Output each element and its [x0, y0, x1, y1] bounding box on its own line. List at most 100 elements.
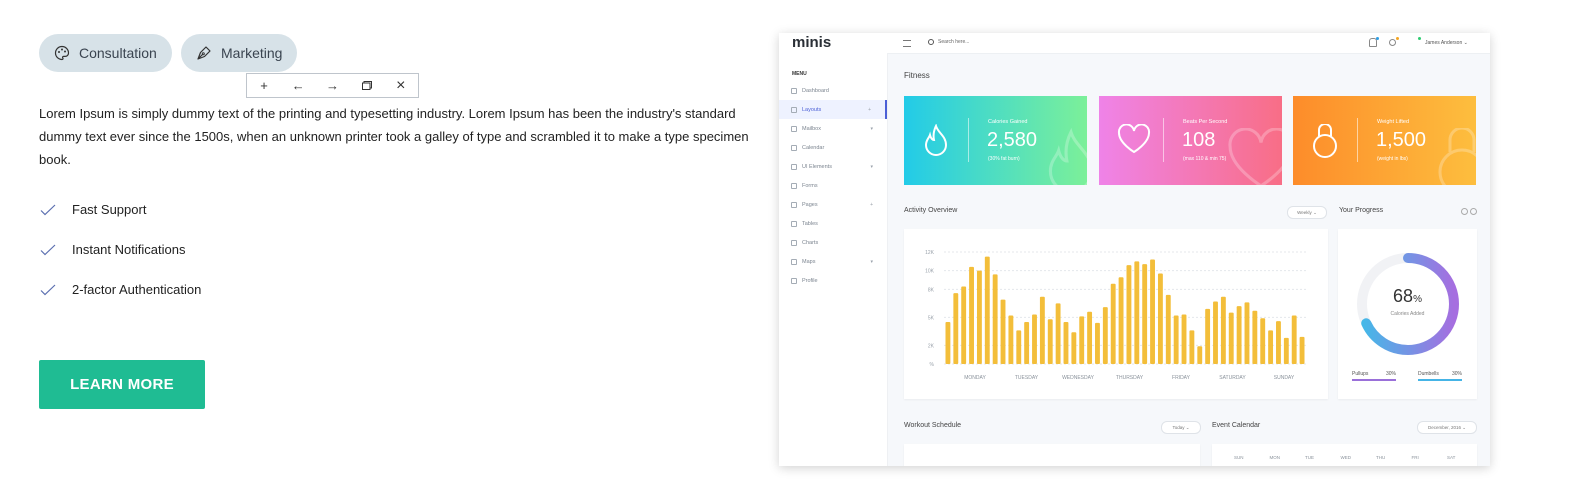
weekday-label: MON	[1269, 455, 1281, 460]
chart-bar	[1213, 301, 1218, 364]
x-tick-label: FRIDAY	[1172, 375, 1191, 381]
sidebar-item-forms[interactable]: Forms	[779, 176, 887, 195]
y-tick-label: 2K	[928, 343, 935, 349]
card-value: 2,580	[987, 129, 1038, 151]
chart-bar	[984, 256, 990, 364]
feature-item: 2-factor Authentication	[40, 282, 201, 297]
chart-bar	[945, 322, 951, 364]
sidebar-item-profile[interactable]: Profile	[779, 271, 887, 290]
online-dot	[1418, 37, 1421, 40]
chart-bar	[1252, 310, 1258, 364]
sidebar-item-label: Layouts	[802, 106, 822, 113]
search-box[interactable]: Search here...	[928, 39, 969, 45]
move-icon[interactable]: +	[252, 78, 276, 93]
learn-more-button[interactable]: LEARN MORE	[39, 360, 205, 409]
menu-icon	[791, 182, 797, 189]
sidebar-item-ui-elements[interactable]: UI Elements ▾	[779, 157, 887, 176]
arrow-left-icon[interactable]: ←	[286, 78, 310, 93]
flame-icon	[924, 124, 948, 156]
check-icon	[40, 244, 56, 255]
x-tick-label: SUNDAY	[1274, 375, 1295, 381]
sidebar-item-pages[interactable]: Pages +	[779, 195, 887, 214]
chart-bar	[1181, 314, 1187, 364]
chart-bar	[1205, 308, 1211, 364]
sidebar-item-label: Dashboard	[802, 87, 829, 94]
sidebar-item-maps[interactable]: Maps ▾	[779, 252, 887, 271]
chart-bar	[1008, 315, 1014, 364]
chart-bar	[1244, 302, 1250, 364]
chart-bar	[976, 270, 982, 364]
palette-icon	[54, 45, 70, 61]
hamburger-icon[interactable]	[903, 40, 911, 47]
tag-marketing[interactable]: Marketing	[181, 34, 297, 72]
chart-bar	[1260, 318, 1266, 364]
x-tick-label: MONDAY	[964, 375, 986, 381]
weekday-label: FRI	[1411, 455, 1419, 460]
arrow-right-icon[interactable]: →	[320, 78, 344, 93]
sidebar-item-label: Tables	[802, 220, 818, 227]
kettlebell-icon	[1313, 124, 1337, 158]
sidebar-item-tables[interactable]: Tables	[779, 214, 887, 233]
weekday-label: SAT	[1447, 455, 1456, 460]
calories-card: Calories Gained 2,580 (30% fat burn)	[904, 96, 1087, 185]
gear-icon[interactable]	[1389, 39, 1396, 46]
search-icon	[928, 39, 934, 45]
chart-bar	[1268, 330, 1274, 364]
card-sub: (30% fat burn)	[988, 156, 1020, 162]
chart-bar	[1276, 321, 1281, 364]
chart-bar	[1134, 261, 1140, 364]
sidebar-item-mailbox[interactable]: Mailbox ▾	[779, 119, 887, 138]
sidebar-item-calendar[interactable]: Calendar	[779, 138, 887, 157]
progress-caption: Calories Added	[1390, 311, 1425, 317]
chart-bar	[1142, 264, 1148, 364]
activity-bar-chart: % 2K 5K 8K 10K 12K MONDAY TUESDAY WEDNESDAY THURS…	[925, 250, 1306, 381]
sidebar-item-dashboard[interactable]: Dashboard	[779, 81, 887, 100]
chart-bar	[1102, 307, 1108, 364]
x-tick-label: SATURDAY	[1219, 375, 1246, 381]
dashboard-sidebar: MENU Dashboard Layouts + Mailbox ▾ Calendar UI…	[779, 53, 888, 466]
check-icon	[40, 204, 56, 215]
description-text: Lorem Ipsum is simply dummy text of the …	[39, 106, 749, 167]
chart-bar	[1047, 319, 1053, 364]
chart-bar	[1024, 322, 1030, 364]
activity-title: Activity Overview	[904, 207, 958, 214]
chart-bar	[992, 274, 998, 364]
workout-title: Workout Schedule	[904, 422, 962, 429]
card-label: Calories Gained	[988, 119, 1028, 125]
x-tick-label: THURSDAY	[1116, 375, 1144, 381]
chart-bar	[1087, 311, 1093, 364]
sidebar-item-layouts[interactable]: Layouts +	[779, 100, 887, 119]
sidebar-item-label: UI Elements	[802, 163, 832, 170]
user-menu[interactable]: James Anderson ⌄	[1425, 40, 1468, 46]
sidebar-item-charts[interactable]: Charts	[779, 233, 887, 252]
weekday-label: WED	[1340, 455, 1352, 460]
chevron-icon: ▾	[870, 163, 873, 170]
close-icon[interactable]: ×	[389, 77, 413, 95]
menu-heading: MENU	[792, 71, 807, 77]
feature-item: Fast Support	[40, 202, 146, 217]
card-label: Weight Lifted	[1377, 119, 1410, 125]
kettlebell-icon	[1438, 128, 1476, 185]
close-icon[interactable]	[1470, 208, 1477, 215]
flame-icon	[1048, 128, 1087, 185]
tag-consultation[interactable]: Consultation	[39, 34, 172, 72]
workout-filter-select[interactable]: Today ⌄	[1161, 421, 1201, 434]
x-tick-label: WEDNESDAY	[1062, 375, 1095, 381]
event-title: Event Calendar	[1212, 422, 1261, 429]
heart-icon	[1117, 124, 1151, 154]
sidebar-item-label: Calendar	[802, 144, 825, 151]
feature-label: Instant Notifications	[72, 242, 186, 257]
chart-bar	[1220, 296, 1226, 364]
progress-value: 68%	[1393, 286, 1422, 306]
heart-icon	[1228, 128, 1282, 185]
activity-filter-select[interactable]: Weekly ⌄	[1287, 206, 1327, 219]
heart-rate-card: Beats Per Second 108 (max 110 & min 75)	[1099, 96, 1282, 185]
sidebar-item-label: Maps	[802, 258, 816, 265]
sidebar-item-label: Charts	[802, 239, 819, 246]
search-input[interactable]: Search here...	[938, 39, 969, 45]
event-month-select[interactable]: December, 2016 ⌄	[1417, 421, 1477, 434]
gear-icon[interactable]	[1461, 208, 1468, 215]
chart-bar	[1063, 322, 1069, 364]
window-icon[interactable]	[355, 78, 379, 93]
chart-bar	[1173, 315, 1179, 364]
